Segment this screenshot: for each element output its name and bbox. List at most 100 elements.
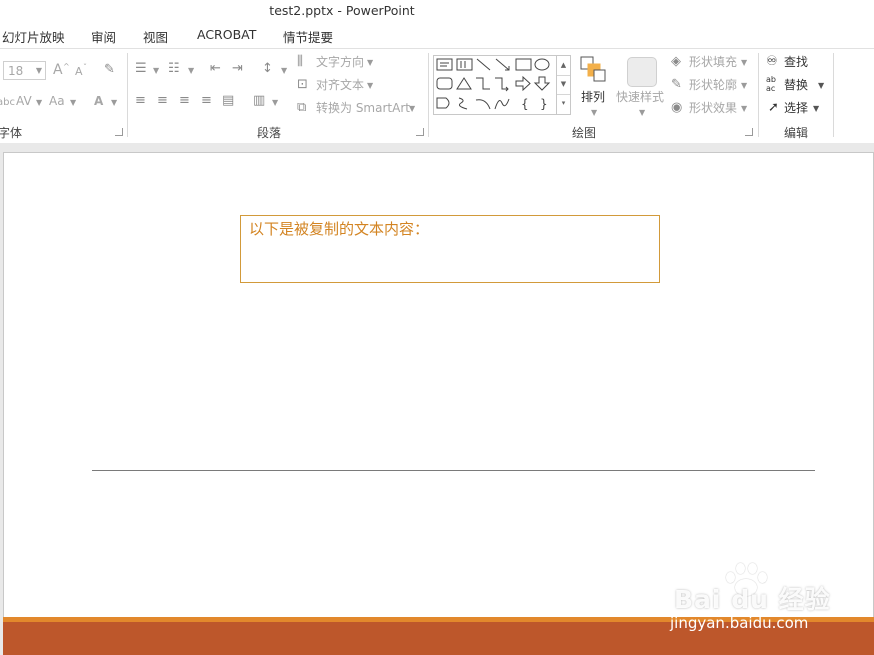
chevron-down-icon: ▼ [70,98,77,107]
watermark-url: jingyan.baidu.com [670,614,809,632]
arrange-icon [580,56,606,82]
arrange-label: 排列 [581,90,606,104]
gallery-scroll-up-icon[interactable]: ▲ [557,56,570,76]
chevron-down-icon: ▼ [367,58,374,67]
caret-down-small-icon: ˇ [83,63,87,72]
drawing-group-label: 绘图 [572,126,597,140]
chevron-down-icon: ▼ [741,104,748,113]
gallery-more-icon[interactable]: ▾ [557,94,570,113]
gallery-scroll-down-icon[interactable]: ▼ [557,75,570,95]
align-text-icon: ⊡ [297,77,308,92]
grow-font-icon[interactable]: A [53,62,63,78]
strikethrough-icon[interactable]: abc [0,95,15,111]
chevron-down-icon: ▼ [281,66,288,75]
font-color-icon[interactable]: A [94,93,103,109]
char-spacing-icon[interactable]: AV [16,93,32,109]
bullets-icon[interactable]: ☰ [135,61,147,77]
smartart-icon: ⧉ [297,100,307,115]
oval-shape-icon [534,58,550,71]
font-group-label: 字体 [0,126,23,140]
quick-styles-label: 快速样式 [616,90,665,104]
pencil-icon: ✎ [671,77,682,92]
chevron-down-icon: ▼ [36,98,43,107]
arrange-button[interactable]: 排列 ▼ [578,55,610,117]
shape-fill-label: 形状填充 [689,55,738,69]
font-size-box[interactable]: 18 ▼ [3,61,46,80]
drawing-dialog-launcher-icon[interactable] [745,128,753,136]
chevron-down-icon: ▼ [741,81,748,90]
font-dialog-launcher-icon[interactable] [115,128,123,136]
chevron-down-icon: ▼ [367,81,374,90]
chevron-down-icon: ▼ [111,98,118,107]
chevron-down-icon: ▼ [272,98,279,107]
caret-up-icon: ^ [63,62,70,71]
cursor-arrow-icon: ➚ [768,100,779,115]
clear-formatting-icon[interactable]: ✎ [104,62,115,78]
change-case-icon[interactable]: Aa [49,93,65,109]
select-label: 选择 [784,101,809,115]
elbow-connector-icon [476,77,490,90]
group-divider [428,53,429,137]
paragraph-dialog-launcher-icon[interactable] [416,128,424,136]
left-brace-icon: { [521,97,529,111]
quick-styles-icon [627,57,657,87]
right-brace-icon: } [540,97,548,111]
tab-acrobat[interactable]: ACROBAT [197,27,256,42]
rounded-rect-shape-icon [436,77,453,90]
arrow-shape-icon [495,58,510,71]
tab-view[interactable]: 视图 [143,27,168,46]
chevron-down-icon: ▼ [818,81,825,90]
right-arrow-shape-icon [515,75,531,92]
slide-textbox[interactable]: 以下是被复制的文本内容： [240,215,660,283]
align-text-label: 对齐文本 [316,78,365,92]
chevron-down-icon: ▼ [741,58,748,67]
shrink-font-icon[interactable]: A [75,64,83,80]
shape-outline-label: 形状轮廓 [689,78,738,92]
paragraph-group-label: 段落 [257,126,282,140]
freeform-shape-icon [458,97,468,110]
line-shape-icon [476,58,491,71]
chevron-down-icon: ▼ [639,108,646,117]
gallery-scroll: ▲ ▼ ▾ [556,56,570,114]
increase-indent-icon[interactable]: ⇥ [232,61,243,77]
watermark-logo: Bai du 经验 [674,585,831,614]
align-left-icon[interactable]: ≡ [135,93,146,109]
replace-icon: ab ac [766,75,776,93]
distributed-icon[interactable]: ▤ [222,93,234,109]
text-direction-label: 文字方向 [316,55,365,69]
chevron-down-icon: ▼ [409,104,416,113]
align-right-icon[interactable]: ≡ [179,93,190,109]
tab-storyboarding[interactable]: 情节提要 [283,27,333,46]
slide-divider-line [92,470,815,471]
decrease-indent-icon[interactable]: ⇤ [210,61,221,77]
textbox-text[interactable]: 以下是被复制的文本内容： [249,218,429,239]
window-title: test2.pptx - PowerPoint [269,3,415,18]
shapes-gallery[interactable]: { } ▲ ▼ ▾ [433,55,571,115]
text-direction-icon: ⫼ [297,54,303,69]
chevron-down-icon: ▼ [153,66,160,75]
ribbon-tabs: 幻灯片放映 审阅 视图 ACROBAT 情节提要 [0,22,874,48]
triangle-shape-icon [456,77,472,90]
chevron-down-icon: ▼ [35,66,42,75]
shape-effects-label: 形状效果 [689,101,738,115]
find-label: 查找 [784,55,809,69]
quick-styles-button[interactable]: 快速样式 ▼ [615,55,667,117]
shape-effects-icon: ◉ [671,100,683,115]
justify-icon[interactable]: ≡ [201,93,212,109]
chevron-down-icon: ▼ [188,66,195,75]
paint-bucket-icon: ◈ [671,54,681,69]
title-bar: test2.pptx - PowerPoint [0,0,874,22]
curve-shape-icon [494,98,510,110]
chevron-down-icon: ▼ [813,104,820,113]
line-spacing-icon[interactable]: ↕ [262,61,273,77]
tab-review[interactable]: 审阅 [91,27,116,46]
columns-icon[interactable]: ▥ [253,93,265,109]
group-divider [758,53,759,137]
font-size-value: 18 [8,64,24,78]
tab-slideshow[interactable]: 幻灯片放映 [2,27,65,46]
down-arrow-shape-icon [533,76,551,91]
shapes-gallery-icons: { } [436,58,551,111]
convert-smartart-label: 转换为 SmartArt [316,101,410,115]
numbering-icon[interactable]: ☷ [168,61,180,77]
align-center-icon[interactable]: ≡ [157,93,168,109]
